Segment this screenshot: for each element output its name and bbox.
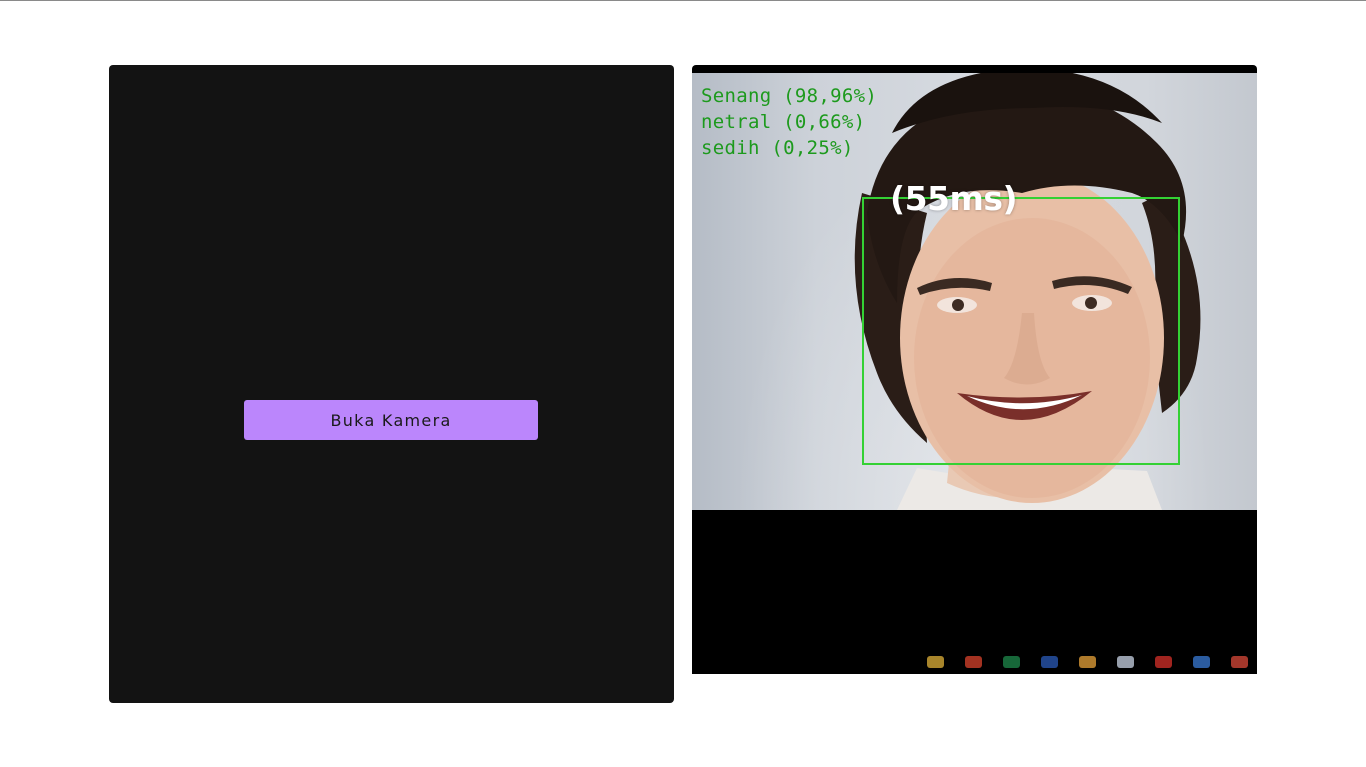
emotion-results: Senang (98,96%) netral (0,66%) sedih (0,… [701,83,877,161]
camera-bottom-area [692,510,1257,674]
browser-icon [1117,656,1134,668]
camera-preview: Senang (98,96%) netral (0,66%) sedih (0,… [692,65,1257,674]
chrome-icon [1079,656,1096,668]
open-camera-button[interactable]: Buka Kamera [244,400,538,440]
app-icon [965,656,982,668]
camera-frame: Senang (98,96%) netral (0,66%) sedih (0,… [692,73,1257,510]
word-icon [1041,656,1058,668]
folder-icon [927,656,944,668]
top-divider [0,0,1366,1]
pdf-icon [1155,656,1172,668]
face-detection-box [862,197,1180,465]
emotion-result-neutral: netral (0,66%) [701,111,866,133]
taskbar-icons [927,656,1248,668]
excel-icon [1003,656,1020,668]
app2-icon [1193,656,1210,668]
emotion-result-happy: Senang (98,96%) [701,85,878,107]
control-panel: Buka Kamera [109,65,674,703]
app3-icon [1231,656,1248,668]
latency-label: (55ms) [890,179,1018,218]
emotion-result-sad: sedih (0,25%) [701,137,854,159]
